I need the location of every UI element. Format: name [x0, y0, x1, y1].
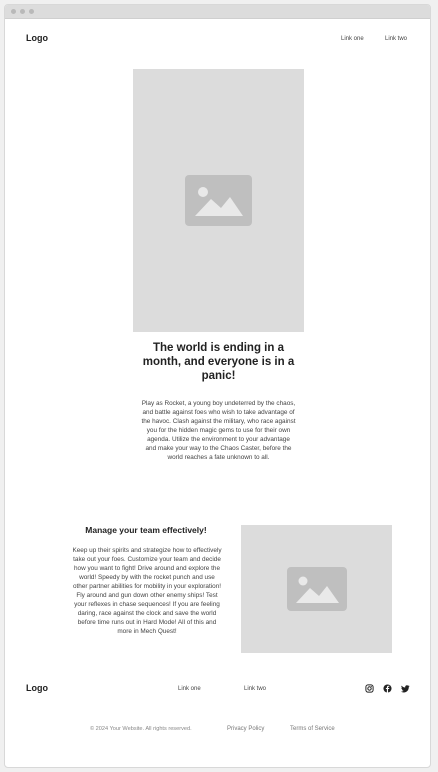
hero-image	[133, 69, 304, 332]
footer-logo[interactable]: Logo	[26, 683, 48, 693]
feature-description: Keep up their spirits and strategize how…	[72, 547, 222, 635]
nav-logo[interactable]: Logo	[26, 33, 48, 43]
window-dot-icon[interactable]	[20, 9, 25, 14]
copyright-text: © 2024 Your Website. All rights reserved…	[90, 726, 192, 732]
browser-window: Logo Link one Link two The world is endi…	[4, 4, 431, 768]
window-dot-icon[interactable]	[29, 9, 34, 14]
hero-heading: The world is ending in a month, and ever…	[142, 342, 295, 382]
window-dot-icon[interactable]	[11, 9, 16, 14]
image-placeholder-icon	[185, 175, 252, 226]
nav-link-two[interactable]: Link two	[385, 36, 407, 42]
nav-link-one[interactable]: Link one	[341, 36, 364, 42]
footer-link-two[interactable]: Link two	[244, 686, 266, 692]
hero-description: Play as Rocket, a young boy undeterred b…	[141, 400, 296, 461]
window-titlebar	[5, 5, 430, 19]
terms-of-service-link[interactable]: Terms of Service	[290, 726, 335, 732]
feature-image	[241, 525, 392, 653]
facebook-icon[interactable]	[383, 684, 392, 693]
footer-link-one[interactable]: Link one	[178, 686, 201, 692]
feature-title: Manage your team effectively!	[85, 525, 207, 535]
instagram-icon[interactable]	[365, 684, 374, 693]
privacy-policy-link[interactable]: Privacy Policy	[227, 726, 264, 732]
twitter-icon[interactable]	[401, 684, 410, 693]
image-placeholder-icon	[287, 567, 347, 611]
